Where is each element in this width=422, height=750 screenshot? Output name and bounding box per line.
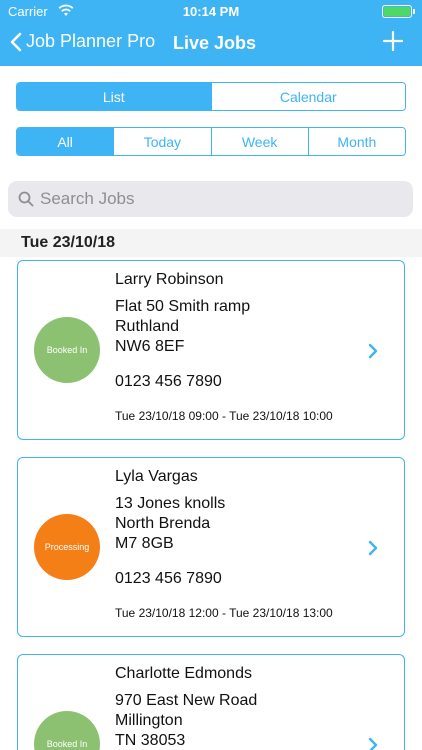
chevron-right-icon <box>368 540 378 556</box>
search-input[interactable] <box>40 189 380 209</box>
search-icon <box>18 191 34 207</box>
status-badge: Booked In <box>34 711 100 750</box>
chevron-right-icon <box>368 737 378 750</box>
tab-list[interactable]: List <box>17 83 211 110</box>
clock-label: 10:14 PM <box>0 4 422 19</box>
status-badge: Booked In <box>34 317 100 383</box>
plus-icon <box>382 30 404 52</box>
section-header: Tue 23/10/18 <box>0 229 422 257</box>
address-line: NW6 8EF <box>115 337 250 357</box>
chevron-right-icon <box>368 343 378 359</box>
job-card[interactable]: Booked In Charlotte Edmonds 970 East New… <box>17 654 405 750</box>
address-line: 970 East New Road <box>115 691 257 711</box>
customer-address: Flat 50 Smith ramp Ruthland NW6 8EF <box>115 297 250 357</box>
address-line: North Brenda <box>115 514 225 534</box>
view-toggle: List Calendar <box>16 82 406 111</box>
filter-all[interactable]: All <box>17 128 113 155</box>
customer-phone: 0123 456 7890 <box>115 373 222 391</box>
address-line: M7 8GB <box>115 534 225 554</box>
date-filter: All Today Week Month <box>16 127 406 156</box>
filter-month[interactable]: Month <box>308 128 405 155</box>
address-line: Ruthland <box>115 317 250 337</box>
back-button[interactable]: Job Planner Pro <box>10 31 155 52</box>
job-card[interactable]: Booked In Larry Robinson Flat 50 Smith r… <box>17 260 405 440</box>
address-line: Flat 50 Smith ramp <box>115 297 250 317</box>
job-card[interactable]: Processing Lyla Vargas 13 Jones knolls N… <box>17 457 405 637</box>
back-label: Job Planner Pro <box>26 31 155 52</box>
section-date: Tue 23/10/18 <box>21 234 115 252</box>
filter-week[interactable]: Week <box>211 128 308 155</box>
customer-phone: 0123 456 7890 <box>115 570 222 588</box>
navbar: Job Planner Pro Live Jobs <box>0 22 422 66</box>
customer-name: Charlotte Edmonds <box>115 665 252 683</box>
customer-name: Larry Robinson <box>115 271 224 289</box>
chevron-left-icon <box>10 32 22 52</box>
address-line: 13 Jones knolls <box>115 494 225 514</box>
customer-name: Lyla Vargas <box>115 468 198 486</box>
navigation-header: Carrier 10:14 PM Job Planner Pro Live Jo… <box>0 0 422 66</box>
job-times: Tue 23/10/18 12:00 - Tue 23/10/18 13:00 <box>115 606 333 620</box>
customer-address: 13 Jones knolls North Brenda M7 8GB <box>115 494 225 554</box>
search-bar <box>8 181 413 217</box>
status-bar: Carrier 10:14 PM <box>0 0 422 22</box>
customer-address: 970 East New Road Millington TN 38053 <box>115 691 257 750</box>
page-title: Live Jobs <box>173 33 256 54</box>
battery-icon <box>382 5 412 18</box>
status-badge: Processing <box>34 514 100 580</box>
add-job-button[interactable] <box>382 30 404 57</box>
filter-today[interactable]: Today <box>113 128 210 155</box>
address-line: TN 38053 <box>115 731 257 750</box>
tab-calendar[interactable]: Calendar <box>211 83 406 110</box>
address-line: Millington <box>115 711 257 731</box>
job-times: Tue 23/10/18 09:00 - Tue 23/10/18 10:00 <box>115 409 333 423</box>
